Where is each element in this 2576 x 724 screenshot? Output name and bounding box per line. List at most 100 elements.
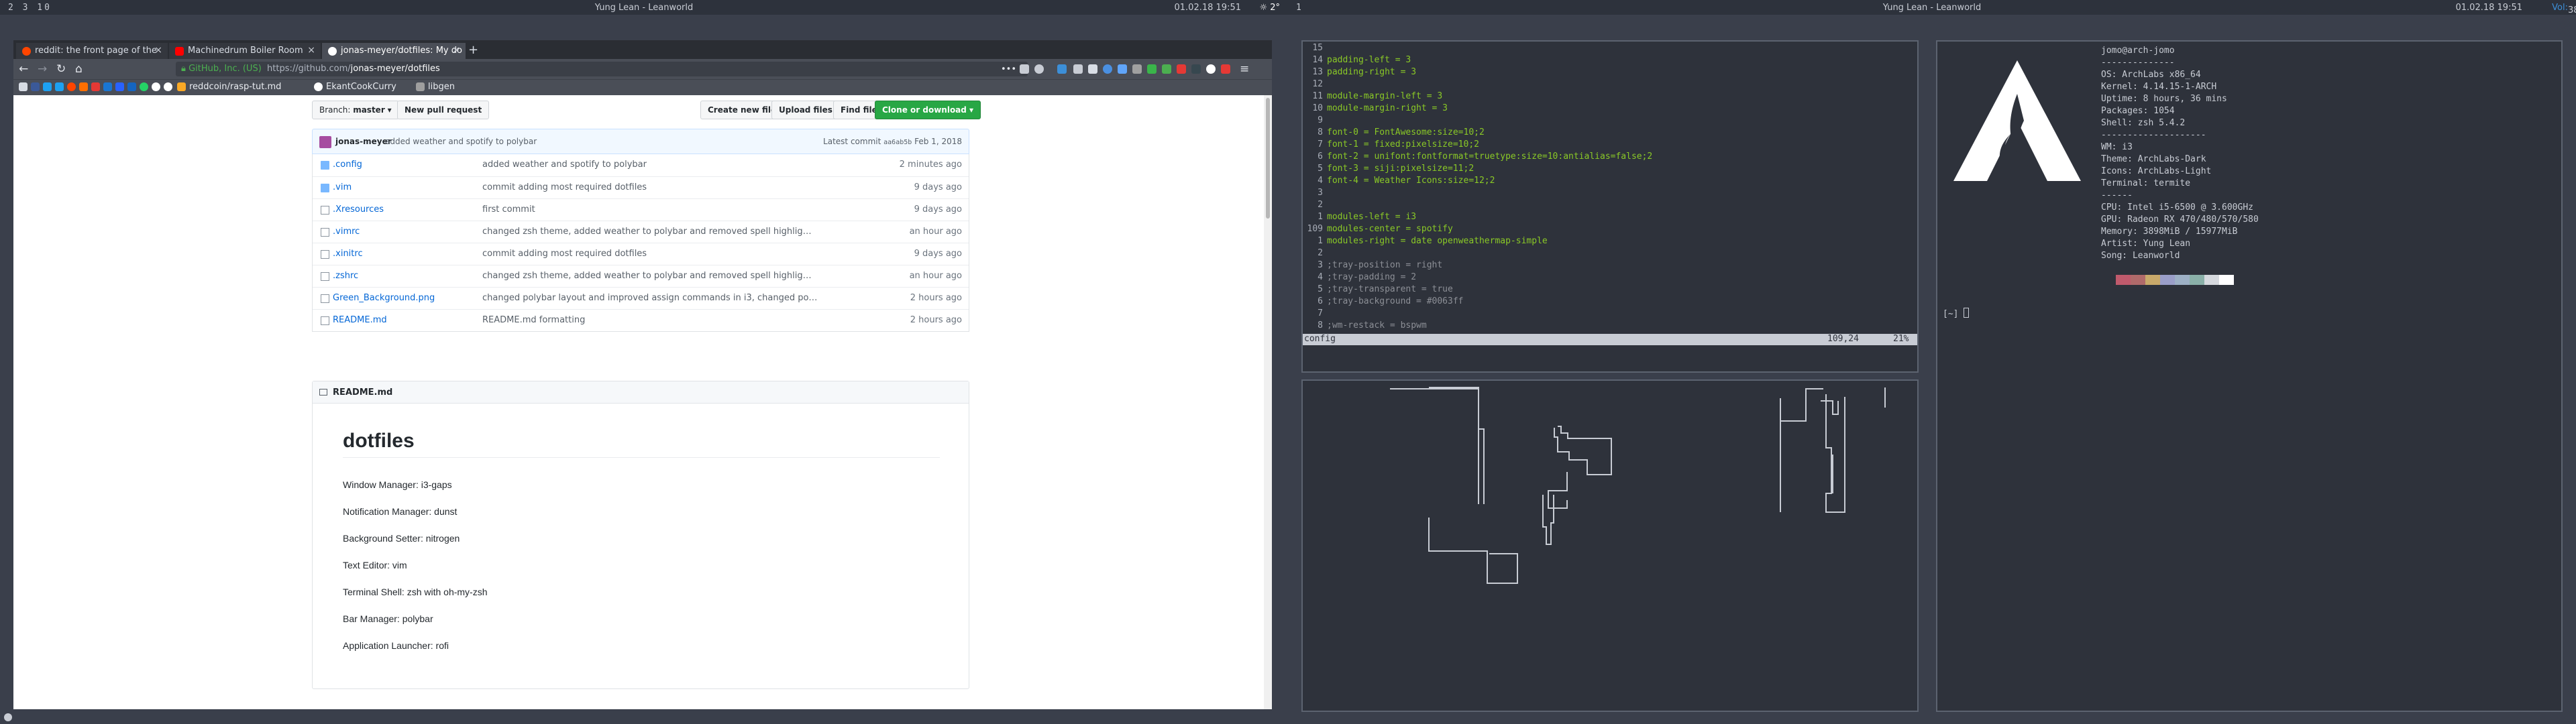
file-row[interactable]: .xinitrc commit adding most required dotf… [313,243,969,265]
file-name[interactable]: README.md [333,315,387,325]
home-icon[interactable]: ⌂ [75,62,83,76]
code-line[interactable]: 5 ;tray-transparent = true [1304,284,1453,296]
close-icon[interactable]: × [307,45,315,56]
twitter-icon[interactable] [43,82,52,91]
tab-github[interactable]: jonas-meyer/dotfiles: My do × [322,43,466,59]
address-bar[interactable]: 🔒︎ GitHub, Inc. (US) https://github.com/… [176,62,1028,76]
close-icon[interactable]: × [452,45,460,56]
facebook-icon[interactable] [31,82,40,91]
extension-icon[interactable] [1191,64,1201,74]
new-tab-button[interactable]: + [468,43,478,57]
file-commit-message[interactable]: changed polybar layout and improved assi… [482,293,818,303]
close-icon[interactable]: × [154,45,162,56]
extension-steam-icon[interactable] [1103,64,1112,74]
extension-icon[interactable] [1162,64,1171,74]
bookmark-icon[interactable] [416,82,425,91]
avatar[interactable] [319,136,331,148]
tab-youtube[interactable]: Machinedrum Boiler Room × [169,43,321,59]
bookmark-libgen[interactable]: libgen [428,82,455,92]
commit-author[interactable]: jonas-meyer [335,137,392,146]
menu-icon[interactable]: ≡ [1240,62,1249,76]
code-line[interactable]: 3 ;tray-position = right [1304,260,1442,272]
code-line[interactable]: 13 padding-right = 3 [1304,67,1416,79]
code-line[interactable]: 8 font-0 = FontAwesome:size=10;2 [1304,127,1485,139]
code-line[interactable]: 4 ;tray-padding = 2 [1304,272,1416,284]
code-line[interactable]: 11 module-margin-left = 3 [1304,91,1442,103]
vim-terminal[interactable]: 15 14 padding-left = 3 13 padding-right = 31… [1301,40,1919,373]
commit-message[interactable]: added weather and spotify to polybar [385,137,537,146]
code-line[interactable]: 6 ;tray-background = #0063ff [1304,296,1463,308]
bookmark-icon[interactable] [19,82,28,91]
bookmark-star-icon[interactable] [1034,64,1044,74]
extension-icon[interactable] [1177,64,1186,74]
file-name[interactable]: .vim [333,182,352,192]
neofetch-terminal[interactable]: jomo@arch-jomo -------------- OS: ArchLabs… [1936,40,2563,712]
branch-select[interactable]: Branch: master ▾ [312,101,399,119]
library-icon[interactable] [1073,64,1083,74]
bookmark-icon[interactable] [79,82,88,91]
upload-files-button[interactable]: Upload files [771,101,840,119]
code-line[interactable]: 1 modules-left = i3 [1304,212,1416,224]
forward-icon[interactable]: → [38,62,47,76]
reload-icon[interactable]: ↻ [56,62,66,76]
file-commit-message[interactable]: first commit [482,204,818,215]
code-line[interactable]: 12 [1304,79,1327,91]
bookmark-icon[interactable] [127,82,136,91]
bookmark-ekantcookcurry[interactable]: EkantCookCurry [326,82,396,92]
scrollbar-thumb[interactable] [1266,98,1270,219]
bookmark-icon[interactable] [103,82,112,91]
code-line[interactable]: 10 module-margin-right = 3 [1304,103,1448,115]
page-actions-icon[interactable]: ••• [1001,64,1016,74]
file-name[interactable]: .config [333,160,362,170]
code-line[interactable]: 9 [1304,115,1327,127]
extension-icon[interactable] [1221,64,1230,74]
file-row[interactable]: .config added weather and spotify to poly… [313,154,969,176]
whatsapp-icon[interactable] [140,82,148,91]
youtube-icon[interactable] [91,82,100,91]
file-name[interactable]: .vimrc [333,227,360,237]
new-pull-request-button[interactable]: New pull request [397,101,490,119]
file-row[interactable]: .zshrc changed zsh theme, added weather t… [313,265,969,287]
file-row[interactable]: README.md README.md formatting 2 hours ago [313,309,969,331]
reddit-icon[interactable] [67,82,76,91]
code-line[interactable]: 8 ;wm-restack = bspwm [1304,320,1427,333]
download-icon[interactable] [1057,64,1067,74]
code-line[interactable]: 3 [1304,188,1327,200]
scrollbar[interactable] [1264,95,1272,709]
bookmark-icon[interactable] [314,82,323,91]
code-line[interactable]: 15 [1304,43,1327,55]
bookmark-icon[interactable] [55,82,64,91]
file-commit-message[interactable]: README.md formatting [482,315,818,325]
bookmark-icon[interactable] [115,82,124,91]
pocket-icon[interactable] [1020,64,1029,74]
volume-indicator[interactable]: Vol: 38% [2552,3,2576,15]
file-commit-message[interactable]: commit adding most required dotfiles [482,249,818,259]
commit-hash[interactable]: aa6ab5b [883,139,912,146]
code-line[interactable]: 7 font-1 = fixed:pixelsize=10;2 [1304,139,1479,152]
extension-icon[interactable] [1147,64,1157,74]
github-icon[interactable] [152,82,160,91]
file-commit-message[interactable]: changed zsh theme, added weather to poly… [482,227,818,237]
code-line[interactable]: 2 [1304,200,1327,212]
extension-container-icon[interactable] [1118,64,1127,74]
file-name[interactable]: .zshrc [333,271,358,281]
sidebar-icon[interactable] [1088,64,1097,74]
code-line[interactable]: 109 modules-center = spotify [1304,224,1453,236]
file-row[interactable]: .Xresources first commit 9 days ago [313,198,969,221]
bookmark-folder-icon[interactable] [177,82,186,91]
tab-reddit[interactable]: reddit: the front page of the × [16,43,168,59]
code-line[interactable]: 7 [1304,308,1327,320]
code-line[interactable]: 5 font-3 = siji:pixelsize=11;2 [1304,164,1474,176]
file-name[interactable]: .xinitrc [333,249,363,259]
back-icon[interactable]: ← [19,62,28,76]
file-row[interactable]: .vim commit adding most required dotfiles… [313,176,969,198]
code-line[interactable]: 4 font-4 = Weather Icons:size=12;2 [1304,176,1495,188]
dock-icon[interactable] [4,713,12,721]
code-line[interactable]: 2 [1304,248,1327,260]
file-name[interactable]: Green_Background.png [333,293,435,303]
file-commit-message[interactable]: changed zsh theme, added weather to poly… [482,271,818,281]
code-line[interactable]: 6 font-2 = unifont:fontformat=truetype:si… [1304,152,1652,164]
bookmark-icon[interactable] [164,82,172,91]
code-line[interactable]: 14 padding-left = 3 [1304,55,1411,67]
clone-download-button[interactable]: Clone or download ▾ [875,101,981,119]
